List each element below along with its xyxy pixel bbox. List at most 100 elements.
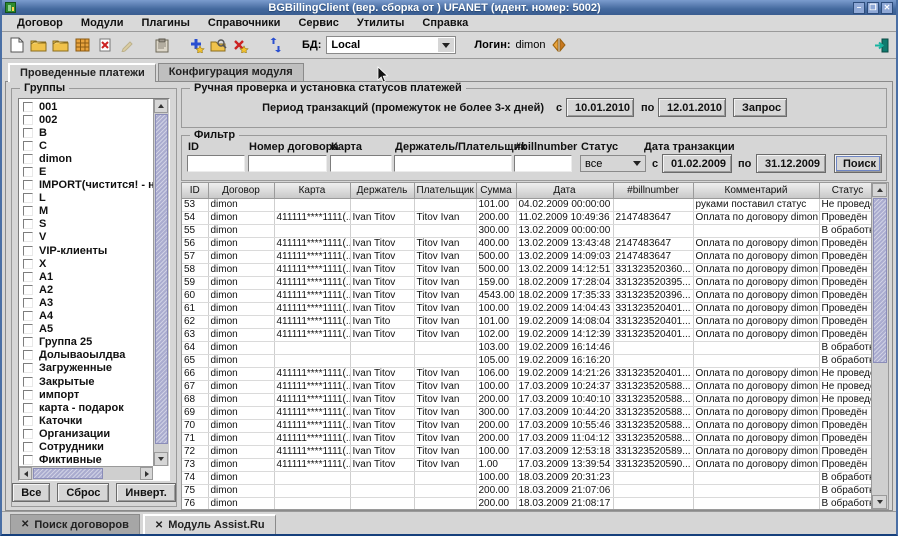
group-checkbox[interactable]	[23, 377, 33, 387]
groups-vscroll-thumb[interactable]	[155, 114, 168, 444]
table-vscrollbar[interactable]	[871, 183, 888, 509]
table-row[interactable]: 53dimon101.0004.02.2009 00:00:00руками п…	[182, 198, 876, 211]
group-checkbox[interactable]	[23, 298, 33, 308]
scroll-left-icon[interactable]	[19, 467, 32, 480]
clipboard-icon[interactable]	[153, 37, 170, 54]
column-header[interactable]: Дата	[516, 183, 613, 198]
close-button[interactable]: ✕	[881, 2, 893, 14]
group-checkbox[interactable]	[23, 324, 33, 334]
group-checkbox[interactable]	[23, 259, 33, 269]
group-list-item[interactable]: Каточки	[19, 414, 153, 427]
invert-button[interactable]: Инверт.	[116, 483, 175, 502]
chevron-down-icon[interactable]	[438, 38, 454, 52]
group-list-item[interactable]: X	[19, 257, 153, 270]
column-header[interactable]: #billnumber	[613, 183, 693, 198]
group-checkbox[interactable]	[23, 285, 33, 295]
query-button[interactable]: Запрос	[733, 98, 787, 117]
group-checkbox[interactable]	[23, 154, 33, 164]
login-switch-icon[interactable]	[550, 37, 567, 54]
scroll-down-icon[interactable]	[154, 452, 168, 466]
group-list-item[interactable]: L	[19, 192, 153, 205]
group-checkbox[interactable]	[23, 337, 33, 347]
group-checkbox[interactable]	[23, 206, 33, 216]
scroll-down-icon[interactable]	[872, 495, 887, 509]
table-row[interactable]: 61dimon411111****1111(...Ivan TitovTitov…	[182, 302, 876, 315]
group-checkbox[interactable]	[23, 128, 33, 138]
group-checkbox[interactable]	[23, 180, 33, 190]
table-row[interactable]: 69dimon411111****1111(...Ivan TitovTitov…	[182, 406, 876, 419]
column-header[interactable]: Держатель	[350, 183, 414, 198]
menu-item[interactable]: Справка	[413, 17, 477, 29]
close-icon[interactable]: ✕	[21, 519, 29, 530]
group-checkbox[interactable]	[23, 167, 33, 177]
table-row[interactable]: 66dimon411111****1111(...Ivan TitovTitov…	[182, 367, 876, 380]
exit-icon[interactable]	[873, 37, 890, 54]
bottom-tab-assist-module[interactable]: ✕ Модуль Assist.Ru	[143, 514, 276, 534]
close-icon[interactable]: ✕	[155, 520, 163, 531]
add-item-icon[interactable]	[188, 37, 205, 54]
column-header[interactable]: Статус	[819, 183, 876, 198]
table-row[interactable]: 54dimon411111****1111(...Ivan TitovTitov…	[182, 211, 876, 224]
group-list-item[interactable]: B	[19, 126, 153, 139]
table-row[interactable]: 56dimon411111****1111(...Ivan TitovTitov…	[182, 237, 876, 250]
filter-card-input[interactable]	[330, 155, 392, 172]
groups-hscroll-thumb[interactable]	[33, 468, 103, 479]
group-list-item[interactable]: карта - подарок	[19, 401, 153, 414]
table-row[interactable]: 57dimon411111****1111(...Ivan TitovTitov…	[182, 250, 876, 263]
group-list-item[interactable]: VIP-клиенты	[19, 244, 153, 257]
table-row[interactable]: 59dimon411111****1111(...Ivan TitovTitov…	[182, 276, 876, 289]
table-row[interactable]: 60dimon411111****1111(...Ivan TitovTitov…	[182, 289, 876, 302]
group-checkbox[interactable]	[23, 416, 33, 426]
group-list-item[interactable]: Фиктивные	[19, 454, 153, 466]
bottom-tab-contract-search[interactable]: ✕ Поиск договоров	[10, 514, 140, 534]
table-row[interactable]: 55dimon300.0013.02.2009 00:00:00В обрабо…	[182, 224, 876, 237]
group-checkbox[interactable]	[23, 232, 33, 242]
group-checkbox[interactable]	[23, 193, 33, 203]
search-button[interactable]: Поиск	[834, 154, 882, 173]
group-list-item[interactable]: E	[19, 165, 153, 178]
group-list-item[interactable]: IMPORT(чистится! - не ста	[19, 179, 153, 192]
scroll-right-icon[interactable]	[140, 467, 153, 480]
table-row[interactable]: 74dimon100.0018.03.2009 20:31:23В обрабо…	[182, 471, 876, 484]
group-list-item[interactable]: C	[19, 139, 153, 152]
table-row[interactable]: 70dimon411111****1111(...Ivan TitovTitov…	[182, 419, 876, 432]
menu-item[interactable]: Договор	[8, 17, 72, 29]
reset-button[interactable]: Сброс	[57, 483, 109, 502]
open-folder-alt-icon[interactable]	[52, 37, 69, 54]
table-row[interactable]: 71dimon411111****1111(...Ivan TitovTitov…	[182, 432, 876, 445]
find-item-icon[interactable]	[210, 37, 227, 54]
group-checkbox[interactable]	[23, 442, 33, 452]
group-list-item[interactable]: A2	[19, 283, 153, 296]
filter-to-date[interactable]: 31.12.2009	[756, 154, 826, 173]
table-vscroll-thumb[interactable]	[873, 198, 887, 363]
table-row[interactable]: 75dimon200.0018.03.2009 21:07:06В обрабо…	[182, 484, 876, 497]
groups-vscrollbar[interactable]	[153, 99, 169, 466]
tab-payments[interactable]: Проведенные платежи	[8, 63, 156, 82]
table-row[interactable]: 63dimon411111****1111(...Ivan TitovTitov…	[182, 328, 876, 341]
group-checkbox[interactable]	[23, 102, 33, 112]
table-row[interactable]: 67dimon411111****1111(...Ivan TitovTitov…	[182, 380, 876, 393]
menu-item[interactable]: Справочники	[199, 17, 290, 29]
group-list-item[interactable]: dimon	[19, 152, 153, 165]
group-checkbox[interactable]	[23, 429, 33, 439]
column-header[interactable]: ID	[182, 183, 208, 198]
filter-id-input[interactable]	[187, 155, 245, 172]
table-icon[interactable]	[74, 37, 91, 54]
group-list-item[interactable]: A5	[19, 323, 153, 336]
group-list-item[interactable]: S	[19, 218, 153, 231]
group-checkbox[interactable]	[23, 390, 33, 400]
column-header[interactable]: Договор	[208, 183, 274, 198]
table-row[interactable]: 64dimon103.0019.02.2009 16:14:46В обрабо…	[182, 341, 876, 354]
groups-hscrollbar[interactable]	[19, 466, 153, 480]
group-list-item[interactable]: Загруженные	[19, 362, 153, 375]
filter-billnumber-input[interactable]	[514, 155, 572, 172]
group-list-item[interactable]: Долываоылдва	[19, 349, 153, 362]
delete-document-icon[interactable]	[96, 37, 113, 54]
group-checkbox[interactable]	[23, 311, 33, 321]
table-row[interactable]: 62dimon411111****1111(...Ivan TitoTitov …	[182, 315, 876, 328]
group-list-item[interactable]: V	[19, 231, 153, 244]
minimize-button[interactable]: –	[853, 2, 865, 14]
group-list-item[interactable]: A3	[19, 296, 153, 309]
group-checkbox[interactable]	[23, 455, 33, 465]
group-checkbox[interactable]	[23, 363, 33, 373]
